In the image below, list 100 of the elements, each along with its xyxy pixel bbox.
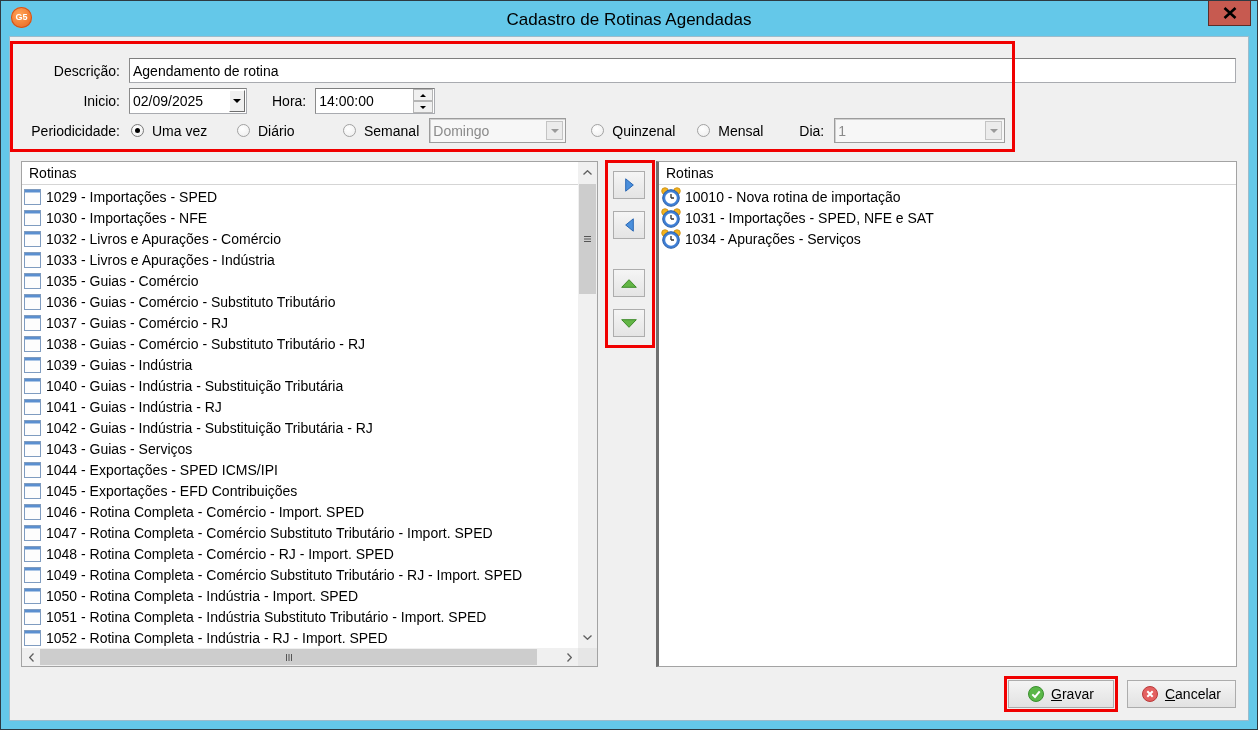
radio-label[interactable]: Mensal (718, 122, 764, 139)
window-icon (24, 272, 41, 289)
close-button[interactable] (1208, 1, 1251, 26)
list-item[interactable]: 1045 - Exportações - EFD Contribuições (22, 480, 578, 501)
spin-down-button[interactable] (413, 101, 434, 113)
triangle-up-icon (621, 278, 637, 288)
caret-down-icon (550, 128, 559, 133)
field-label: Inicio: (82, 93, 120, 109)
list-item[interactable]: 1040 - Guias - Indústria - Substituição Tributária (22, 375, 578, 396)
radio-button[interactable] (131, 124, 144, 137)
description-field[interactable]: Agendamento de rotina (129, 58, 1236, 83)
window-icon (24, 293, 41, 310)
move-down-button[interactable] (613, 309, 645, 337)
list-item[interactable]: 1042 - Guias - Indústria - Substituição Tributária - RJ (22, 417, 578, 438)
list-item[interactable]: 1031 - Importações - SPED, NFE e SAT (659, 207, 1236, 228)
move-left-button[interactable] (613, 211, 645, 239)
list-item[interactable]: 1039 - Guias - Indústria (22, 354, 578, 375)
chevron-left-icon (28, 652, 34, 662)
window-icon (24, 524, 41, 541)
list-item[interactable]: 1033 - Livros e Apurações - Indústria (22, 249, 578, 270)
caret-down-icon (989, 128, 998, 133)
alarm-clock-icon (661, 228, 681, 249)
triangle-right-icon (624, 178, 634, 192)
alarm-clock-icon (661, 186, 681, 207)
list-item[interactable]: 1030 - Importações - NFE (22, 207, 578, 228)
list-item[interactable]: 1037 - Guias - Comércio - RJ (22, 312, 578, 333)
window-icon (24, 335, 41, 352)
radio-button[interactable] (697, 124, 711, 137)
radio-label[interactable]: Uma vez (152, 122, 208, 139)
window-icon (24, 377, 41, 394)
window-icon (24, 587, 41, 604)
window-icon (24, 608, 41, 625)
list-item[interactable]: 1043 - Guias - Serviços (22, 438, 578, 459)
scrollbar-corner (578, 648, 597, 666)
chevron-down-icon (583, 635, 592, 640)
list-item[interactable]: 1048 - Rotina Completa - Comércio - RJ - Import. SPED (22, 543, 578, 564)
caret-up-icon (420, 93, 427, 97)
list-item[interactable]: 1036 - Guias - Comércio - Substituto Tributário (22, 291, 578, 312)
list-item[interactable]: 1050 - Rotina Completa - Indústria - Import. SPED (22, 585, 578, 606)
list-item[interactable]: 1051 - Rotina Completa - Indústria Substituto Tributário - Import. SPED (22, 606, 578, 627)
window-icon (24, 629, 41, 646)
window-icon (24, 356, 41, 373)
list-item[interactable]: 1038 - Guias - Comércio - Substituto Tributário - RJ (22, 333, 578, 354)
radio-button[interactable] (343, 124, 356, 137)
list-item[interactable]: 1035 - Guias - Comércio (22, 270, 578, 291)
list-item[interactable]: 1049 - Rotina Completa - Comércio Substituto Tributário - RJ - Import. SPED (22, 564, 578, 585)
window-icon (24, 440, 41, 457)
list-item[interactable]: 1041 - Guias - Indústria - RJ (22, 396, 578, 417)
list-item[interactable]: 1044 - Exportações - SPED ICMS/IPI (22, 459, 578, 480)
window-icon (24, 566, 41, 583)
cancel-button[interactable]: Cancelar (1126, 680, 1236, 708)
list-item[interactable]: 1046 - Rotina Completa - Comércio - Import. SPED (22, 501, 578, 522)
window-icon (24, 545, 41, 562)
window-icon (24, 188, 41, 205)
list-item[interactable]: 1052 - Rotina Completa - Indústria - RJ - Import. SPED (22, 627, 578, 648)
move-right-button[interactable] (613, 171, 645, 199)
window-icon (24, 482, 41, 499)
vertical-scrollbar[interactable] (578, 162, 597, 648)
chevron-up-icon (583, 170, 592, 175)
triangle-left-icon (624, 218, 634, 232)
radio-label[interactable]: Semanal (364, 122, 420, 139)
grip-icon (285, 653, 292, 661)
caret-down-icon (233, 99, 241, 103)
window-title: Cadastro de Rotinas Agendadas (506, 10, 752, 30)
chevron-right-icon (566, 652, 572, 662)
grip-icon (584, 236, 591, 242)
field-label: Descrição: (52, 62, 120, 79)
x-circle-icon (1141, 686, 1158, 702)
triangle-down-icon (621, 318, 637, 328)
window-icon (24, 503, 41, 520)
check-circle-icon (1028, 686, 1045, 702)
save-button[interactable]: Gravar (1007, 680, 1114, 708)
window-icon (24, 209, 41, 226)
list-item[interactable]: 1032 - Livros e Apurações - Comércio (22, 228, 578, 249)
close-icon (1222, 6, 1237, 19)
radio-label[interactable]: Quinzenal (612, 122, 676, 139)
spin-up-button[interactable] (413, 89, 434, 101)
caret-down-icon (420, 105, 427, 109)
window-icon (24, 251, 41, 268)
window-icon (24, 314, 41, 331)
scrollbar-thumb[interactable] (579, 184, 596, 294)
date-field[interactable]: 02/09/2025 (129, 88, 247, 114)
list-item[interactable]: 1034 - Apurações - Serviços (659, 228, 1236, 249)
app-logo: G5 (11, 7, 32, 28)
horizontal-scrollbar[interactable] (22, 648, 578, 666)
alarm-clock-icon (661, 207, 681, 228)
window-icon (24, 461, 41, 478)
radio-button[interactable] (591, 124, 605, 137)
list-item[interactable]: 1047 - Rotina Completa - Comércio Substituto Tributário - Import. SPED (22, 522, 578, 543)
time-field[interactable]: 14:00:00 (315, 88, 436, 114)
move-up-button[interactable] (613, 269, 645, 297)
field-label: Hora: (272, 93, 307, 109)
window-icon (24, 419, 41, 436)
radio-label[interactable]: Diário (258, 122, 295, 139)
window-icon (24, 398, 41, 415)
list-item[interactable]: 10010 - Nova rotina de importação (659, 186, 1236, 207)
window-icon (24, 230, 41, 247)
scrollbar-thumb[interactable] (40, 649, 537, 665)
radio-button[interactable] (237, 124, 250, 137)
list-item[interactable]: 1029 - Importações - SPED (22, 186, 578, 207)
